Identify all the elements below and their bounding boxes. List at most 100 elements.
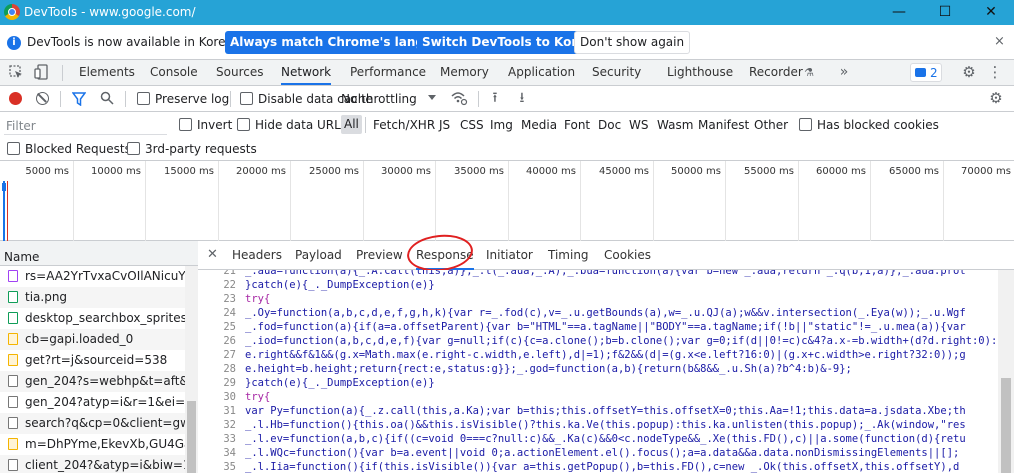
type-filter-font[interactable]: Font [564, 118, 590, 132]
clear-icon[interactable] [36, 92, 49, 105]
timeline-gridline [363, 161, 364, 241]
tab-cookies[interactable]: Cookies [604, 248, 651, 262]
request-row[interactable]: m=DhPYme,EkevXb,GU4Gab, [0, 434, 185, 455]
request-list-scrollbar[interactable] [185, 266, 198, 473]
load-event-marker [7, 181, 8, 241]
timeline-gridline [73, 161, 74, 241]
scrollbar-thumb[interactable] [187, 401, 196, 473]
filter-funnel-icon[interactable] [71, 92, 87, 109]
type-filter-img[interactable]: Img [490, 118, 513, 132]
tab-security[interactable]: Security [592, 60, 641, 85]
inspect-element-icon[interactable] [8, 65, 24, 83]
preserve-log-label: Preserve log [155, 92, 230, 106]
hide-data-urls-checkbox[interactable] [237, 118, 250, 131]
type-filter-all[interactable]: All [341, 115, 362, 134]
settings-gear-icon[interactable]: ⚙ [961, 64, 977, 80]
tab-initiator[interactable]: Initiator [486, 248, 533, 262]
request-row[interactable]: tia.png [0, 287, 185, 308]
more-tabs-chevron-icon[interactable]: » [836, 64, 852, 80]
request-row[interactable]: desktop_searchbox_sprites31 [0, 308, 185, 329]
preserve-log-checkbox[interactable] [137, 92, 150, 105]
export-har-icon[interactable]: ⭳ [515, 90, 529, 106]
tab-payload[interactable]: Payload [295, 248, 342, 262]
name-column-header[interactable]: Name [0, 241, 198, 266]
hide-data-urls-label: Hide data URLs [255, 118, 348, 132]
code-line: _.l.Hb=function(){this.oa()&&this.isVisi… [245, 419, 966, 431]
code-line: var Py=function(a){_.z.call(this,a.Ka);v… [245, 405, 966, 417]
request-row[interactable]: get?rt=j&sourceid=538 [0, 350, 185, 371]
tab-memory[interactable]: Memory [440, 60, 489, 85]
type-filter-css[interactable]: CSS [460, 118, 484, 132]
invert-checkbox[interactable] [179, 118, 192, 131]
dont-show-again-button[interactable]: Don't show again [574, 31, 691, 54]
network-settings-icon[interactable]: ⚙ [988, 90, 1004, 106]
throttling-select[interactable]: No throttling [341, 92, 417, 106]
third-party-checkbox[interactable] [127, 142, 140, 155]
type-filter-manifest[interactable]: Manifest [698, 118, 749, 132]
tab-performance[interactable]: Performance [350, 60, 426, 85]
request-row[interactable]: cb=gapi.loaded_0 [0, 329, 185, 350]
issues-counter-button[interactable]: 2 [910, 63, 942, 82]
network-overview-timeline[interactable]: 5000 ms 10000 ms 15000 ms 20000 ms 25000… [0, 161, 1014, 241]
timeline-tick-label: 50000 ms [671, 166, 721, 177]
type-filter-doc[interactable]: Doc [598, 118, 621, 132]
network-conditions-icon[interactable] [450, 90, 468, 110]
devtools-tab-bar: Elements Console Sources Network Perform… [0, 60, 1014, 86]
request-row[interactable]: search?q&cp=0&client=gws- [0, 413, 185, 434]
throttling-dropdown-icon[interactable] [428, 95, 436, 100]
timeline-tick-label: 5000 ms [25, 166, 69, 177]
has-blocked-cookies-checkbox[interactable] [799, 118, 812, 131]
request-row[interactable]: gen_204?s=webhp&t=aft&at [0, 371, 185, 392]
tab-headers[interactable]: Headers [232, 248, 282, 262]
tab-network[interactable]: Network [281, 60, 332, 85]
minimize-button[interactable]: — [876, 0, 922, 25]
request-row[interactable]: rs=AA2YrTvxaCvOIlANicuYqcc [0, 266, 185, 287]
type-filter-other[interactable]: Other [754, 118, 788, 132]
request-row[interactable]: client_204?&atyp=i&biw=192 [0, 455, 185, 473]
line-number: 31 [223, 405, 236, 417]
more-options-icon[interactable]: ⋮ [987, 64, 1003, 80]
record-icon[interactable] [9, 92, 22, 105]
maximize-button[interactable]: ☐ [922, 0, 968, 25]
tab-elements[interactable]: Elements [79, 60, 135, 85]
type-filter-wasm[interactable]: Wasm [657, 118, 693, 132]
close-detail-icon[interactable]: ✕ [207, 247, 218, 262]
blocked-requests-checkbox[interactable] [7, 142, 20, 155]
timeline-gridline [943, 161, 944, 241]
has-blocked-cookies-label: Has blocked cookies [817, 118, 939, 132]
type-filter-media[interactable]: Media [521, 118, 557, 132]
scrollbar-thumb[interactable] [1001, 378, 1011, 473]
line-number: 35 [223, 461, 236, 473]
tab-lighthouse[interactable]: Lighthouse [667, 60, 733, 85]
tab-application[interactable]: Application [508, 60, 575, 85]
timeline-gridline [798, 161, 799, 241]
tab-sources[interactable]: Sources [216, 60, 263, 85]
line-number: 30 [223, 391, 236, 403]
response-scrollbar[interactable] [998, 270, 1014, 473]
code-line: _.l.WQc=function(){var b=a.event||void 0… [245, 447, 960, 459]
line-number: 21 [223, 270, 236, 277]
search-icon[interactable] [99, 91, 115, 109]
chrome-logo-icon [4, 4, 20, 20]
timeline-tick-label: 15000 ms [164, 166, 214, 177]
tab-timing[interactable]: Timing [548, 248, 589, 262]
type-filter-fetch-xhr[interactable]: Fetch/XHR [373, 118, 435, 132]
request-row[interactable]: gen_204?atyp=i&r=1&ei=WL [0, 392, 185, 413]
document-file-icon [8, 375, 18, 387]
tab-console[interactable]: Console [150, 60, 198, 85]
toolbar-divider [60, 91, 61, 107]
disable-cache-checkbox[interactable] [240, 92, 253, 105]
tab-preview[interactable]: Preview [356, 248, 403, 262]
tab-recorder[interactable]: Recorder [749, 60, 803, 85]
code-line: _.l.ev=function(a,b,c){if((c=void 0===c?… [245, 433, 966, 445]
type-filter-ws[interactable]: WS [629, 118, 648, 132]
timeline-gridline [145, 161, 146, 241]
import-har-icon[interactable]: ⭱ [488, 90, 502, 106]
close-infobar-icon[interactable]: × [994, 34, 1005, 49]
device-toolbar-icon[interactable] [34, 64, 50, 84]
filter-input[interactable]: Filter [4, 115, 167, 135]
close-window-button[interactable]: ✕ [968, 0, 1014, 25]
type-filter-js[interactable]: JS [439, 118, 450, 132]
response-code-view[interactable]: 21 _.aua=function(a){_.A.call(this,a)};_… [198, 270, 998, 473]
timeline-gridline [653, 161, 654, 241]
